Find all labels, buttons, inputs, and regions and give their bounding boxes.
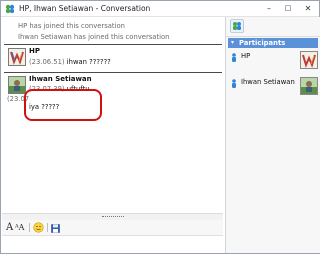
minimize-button[interactable]: –	[263, 3, 275, 14]
font-icon[interactable]: A	[6, 222, 13, 233]
message-block: HP (23.06.51) ihwan ??????	[4, 44, 222, 71]
save-icon[interactable]	[51, 223, 60, 234]
system-message: Ihwan Setiawan has joined this conversat…	[18, 33, 170, 41]
participants-header[interactable]: ▾ Participants	[228, 38, 318, 48]
messenger-app-icon	[5, 4, 15, 13]
add-contact-icon[interactable]	[230, 19, 244, 33]
participant-entry[interactable]: HP	[228, 49, 318, 73]
message-timestamp: (23.06.51)	[29, 58, 65, 66]
window-title: HP, Ihwan Setiawan - Conversation	[19, 4, 151, 13]
conversation-history[interactable]: HP has joined this conversation Ihwan Se…	[2, 17, 223, 213]
maximize-button[interactable]: □	[282, 3, 294, 14]
participant-avatar	[300, 51, 318, 69]
sidebar-toolbar	[226, 17, 320, 37]
participants-header-label: Participants	[239, 39, 286, 47]
system-message: HP has joined this conversation	[18, 22, 125, 30]
emoticon-icon[interactable]	[33, 222, 44, 233]
user-status-icon	[232, 53, 236, 62]
message-input[interactable]	[2, 236, 223, 253]
sender-name: Ihwan Setiawan	[29, 75, 92, 83]
avatar-hp	[8, 48, 26, 66]
resize-splitter[interactable]	[2, 213, 223, 220]
font-size-icon[interactable]: ᴬA	[15, 222, 24, 233]
close-button[interactable]: ✕	[302, 3, 314, 14]
avatar-ihwan-icon	[9, 77, 25, 93]
user-status-icon	[232, 79, 236, 88]
message-line: (23.06.51) ihwan ??????	[29, 58, 111, 66]
toolbar-separator	[29, 223, 30, 232]
splitter-grip[interactable]	[102, 216, 124, 219]
collapse-arrow-icon[interactable]: ▾	[231, 38, 234, 48]
participant-name: HP	[241, 52, 251, 60]
conversation-window: HP, Ihwan Setiawan - Conversation – □ ✕ …	[0, 0, 320, 254]
format-toolbar: A ᴬA	[2, 220, 223, 236]
avatar-hp-icon	[9, 49, 25, 65]
toolbar-separator	[47, 223, 48, 232]
participants-sidebar: ▾ Participants HP Ihwan Setiawan	[225, 17, 320, 253]
highlight-annotation	[24, 89, 102, 121]
participant-avatar	[300, 77, 318, 95]
message-text: ihwan ??????	[66, 58, 111, 66]
participant-name: Ihwan Setiawan	[241, 78, 295, 86]
sender-name: HP	[29, 47, 40, 55]
participant-entry[interactable]: Ihwan Setiawan	[228, 75, 318, 99]
avatar-ihwan	[8, 76, 26, 94]
title-bar[interactable]: HP, Ihwan Setiawan - Conversation – □ ✕	[1, 1, 319, 17]
